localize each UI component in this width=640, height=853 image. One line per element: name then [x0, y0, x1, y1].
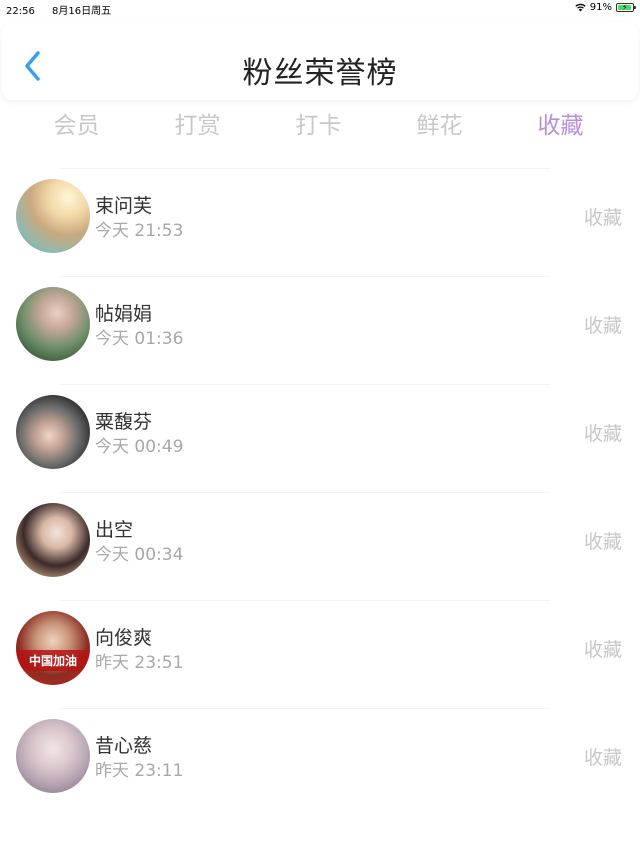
list-item: 帖娟娟今天 01:36 收藏: [0, 268, 640, 376]
avatar[interactable]: [16, 179, 90, 253]
fan-time: 昨天 23:51: [95, 653, 184, 673]
nav-bar: 粉丝荣誉榜: [2, 22, 638, 100]
list-item: 昔心慈昨天 23:11 收藏: [0, 700, 640, 808]
tab-favorites[interactable]: 收藏: [500, 106, 621, 146]
divider: [60, 492, 550, 493]
status-right: 91% ⚡: [575, 2, 636, 13]
wifi-icon: [575, 3, 586, 12]
divider: [60, 168, 550, 169]
favorite-button[interactable]: 收藏: [584, 635, 622, 662]
favorite-button[interactable]: 收藏: [584, 419, 622, 446]
status-bar: 22:56 8月16日周五 91% ⚡: [0, 0, 640, 18]
avatar[interactable]: [16, 503, 90, 577]
fan-list: 束问芙 今天 21:53 收藏 帖娟娟 今天 01:36 收藏 粟馥芬 今天 00:49 收藏出…: [0, 160, 640, 808]
status-left: 22:56 8月16日周五: [6, 2, 111, 17]
tab-members[interactable]: 会员: [16, 106, 137, 146]
fan-name: 昔心慈: [95, 735, 153, 757]
avatar[interactable]: 中国加油: [16, 611, 90, 685]
charging-bolt-icon: ⚡: [622, 3, 628, 12]
list-item: 束问芙今天 21:53 收藏: [0, 160, 640, 268]
avatar[interactable]: [16, 287, 90, 361]
divider: [60, 708, 550, 709]
fan-name: 出空: [95, 519, 134, 541]
fan-time: 今天 01:36: [95, 329, 184, 349]
list-item: 粟馥芬今天 00:49 收藏: [0, 376, 640, 484]
battery-charging-icon: ⚡: [616, 3, 636, 12]
avatar[interactable]: [16, 395, 90, 469]
favorite-button[interactable]: 收藏: [584, 311, 622, 338]
list-item: 中国加油 向俊爽昨天 23:51 收藏: [0, 592, 640, 700]
status-time: 22:56: [6, 6, 35, 17]
status-date: 8月16日周五: [52, 6, 112, 17]
tab-rewards[interactable]: 打赏: [137, 106, 258, 146]
fan-time: 今天 00:34: [95, 545, 184, 565]
fan-time: 今天 21:53: [95, 221, 184, 241]
favorite-button[interactable]: 收藏: [584, 203, 622, 230]
fan-name: 束问芙: [95, 195, 153, 217]
tab-flowers[interactable]: 鲜花: [379, 106, 500, 146]
page-title: 粉丝荣誉榜: [242, 56, 398, 91]
tab-checkin[interactable]: 打卡: [258, 106, 379, 146]
battery-percent: 91%: [589, 2, 612, 13]
avatar-caption: 中国加油: [16, 650, 90, 671]
avatar[interactable]: [16, 719, 90, 793]
fan-name: 粟馥芬: [95, 411, 153, 433]
fan-time: 昨天 23:11: [95, 761, 184, 781]
list-item: 出空今天 00:34 收藏: [0, 484, 640, 592]
favorite-button[interactable]: 收藏: [584, 743, 622, 770]
divider: [60, 276, 550, 277]
divider: [60, 384, 550, 385]
fan-name: 向俊爽: [95, 627, 153, 649]
tab-bar: 会员 打赏 打卡 鲜花 收藏: [0, 106, 640, 146]
fan-time: 今天 00:49: [95, 437, 184, 457]
fan-name: 帖娟娟: [95, 303, 153, 325]
divider: [60, 600, 550, 601]
favorite-button[interactable]: 收藏: [584, 527, 622, 554]
